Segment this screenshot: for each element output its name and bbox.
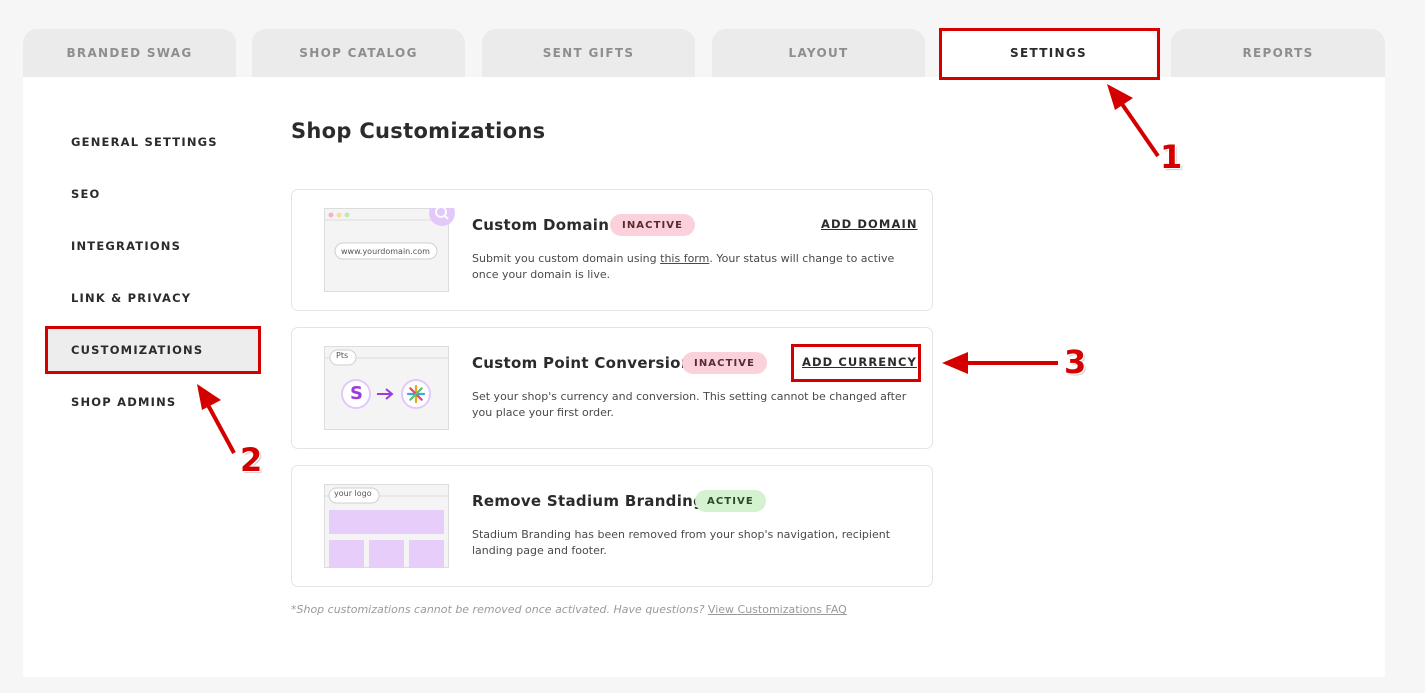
annotation-number-3: 3: [1064, 343, 1087, 381]
annotation-number-2: 2: [240, 441, 263, 479]
annotation-arrows: [197, 84, 1160, 454]
annotation-number-1: 1: [1160, 138, 1183, 176]
